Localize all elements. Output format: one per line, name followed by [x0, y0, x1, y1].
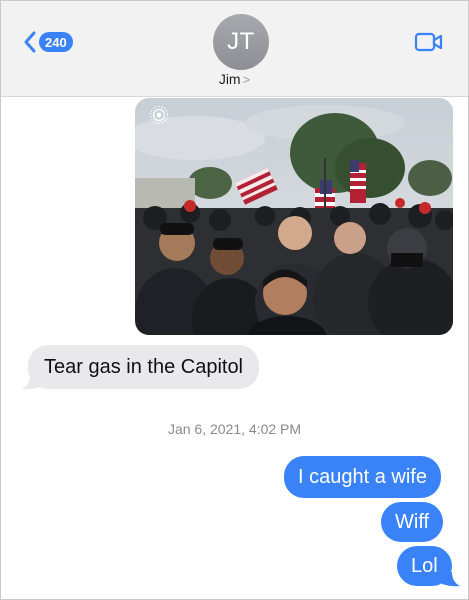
message-text: Wiff: [395, 511, 430, 533]
crowd-photo: [135, 98, 453, 335]
avatar-initials: JT: [227, 28, 255, 55]
contact-name: Jim: [218, 71, 241, 87]
live-photo-icon[interactable]: [149, 105, 169, 125]
avatar[interactable]: JT: [213, 14, 269, 70]
outgoing-message-bubble[interactable]: Wiff: [381, 502, 444, 542]
messages-screen: 240 JT Jim > Tear gas in the Capitol Jan…: [0, 0, 469, 600]
message-text: Tear gas in the Capitol: [44, 356, 244, 378]
outgoing-message-bubble[interactable]: I caught a wife: [284, 456, 441, 498]
photo-message[interactable]: [135, 98, 453, 335]
conversation-header: 240 JT Jim >: [1, 1, 468, 97]
incoming-message-bubble[interactable]: Tear gas in the Capitol: [28, 345, 260, 389]
message-text: I caught a wife: [298, 466, 427, 488]
contact-name-button[interactable]: Jim >: [1, 71, 468, 87]
chevron-left-icon: [24, 31, 36, 53]
message-timestamp: Jan 6, 2021, 4:02 PM: [167, 421, 302, 437]
chevron-right-icon: >: [242, 72, 251, 87]
video-camera-icon: [414, 32, 443, 52]
back-button[interactable]: 240: [23, 29, 73, 55]
message-text: Lol: [411, 555, 438, 577]
facetime-video-button[interactable]: [414, 31, 444, 58]
outgoing-message-bubble[interactable]: Lol: [397, 546, 452, 586]
unread-count-badge: 240: [39, 32, 73, 52]
